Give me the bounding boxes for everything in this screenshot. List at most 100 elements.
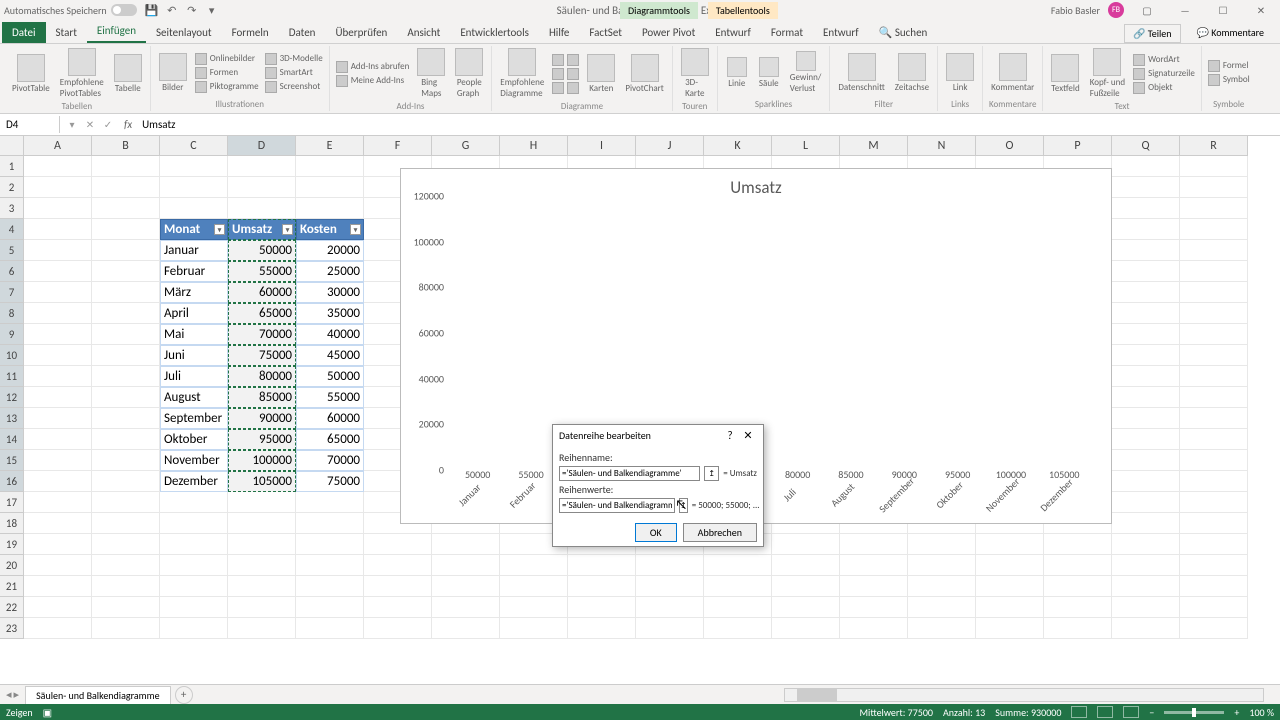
cell[interactable] xyxy=(636,618,704,639)
zoom-level[interactable]: 100 % xyxy=(1249,706,1274,719)
cell[interactable] xyxy=(1112,429,1180,450)
cell[interactable]: 80000 xyxy=(228,366,296,387)
cell[interactable]: 30000 xyxy=(296,282,364,303)
cell[interactable]: Januar xyxy=(160,240,228,261)
add-sheet-button[interactable]: + xyxy=(175,686,193,704)
cell[interactable] xyxy=(24,576,92,597)
cell[interactable] xyxy=(432,618,500,639)
cell[interactable] xyxy=(1112,366,1180,387)
cell[interactable]: 65000 xyxy=(296,429,364,450)
cell[interactable] xyxy=(840,618,908,639)
pictures-button[interactable]: Bilder xyxy=(155,51,191,95)
cell[interactable]: 100000 xyxy=(228,450,296,471)
cell[interactable] xyxy=(160,597,228,618)
cell[interactable] xyxy=(636,597,704,618)
cell[interactable] xyxy=(840,534,908,555)
cell[interactable] xyxy=(160,576,228,597)
3d-map-button[interactable]: 3D- Karte xyxy=(677,46,713,101)
close-icon[interactable]: ✕ xyxy=(1246,0,1276,20)
tab-ansicht[interactable]: Ansicht xyxy=(397,22,450,43)
cell[interactable] xyxy=(976,555,1044,576)
enter-formula-icon[interactable]: ✓ xyxy=(100,117,116,133)
cell[interactable] xyxy=(1112,198,1180,219)
cell[interactable] xyxy=(1112,303,1180,324)
range-picker-icon[interactable]: ↥ xyxy=(679,498,688,513)
cell[interactable] xyxy=(976,534,1044,555)
cell[interactable] xyxy=(1112,177,1180,198)
cell[interactable] xyxy=(92,219,160,240)
column-header[interactable]: J xyxy=(636,136,704,156)
chart-type2-button[interactable] xyxy=(550,67,581,81)
cell[interactable] xyxy=(1180,303,1248,324)
cell[interactable] xyxy=(24,240,92,261)
zoom-in-icon[interactable]: + xyxy=(1234,706,1239,719)
cell[interactable] xyxy=(1180,513,1248,534)
cell[interactable] xyxy=(296,597,364,618)
cell[interactable]: 20000 xyxy=(296,240,364,261)
qat-more-icon[interactable]: ▾ xyxy=(205,3,219,17)
cell[interactable] xyxy=(160,534,228,555)
cell[interactable] xyxy=(24,282,92,303)
column-header[interactable]: D xyxy=(228,136,296,156)
cell[interactable] xyxy=(160,618,228,639)
column-header[interactable]: A xyxy=(24,136,92,156)
tab-ueberpruefen[interactable]: Überprüfen xyxy=(325,22,397,43)
sparkline-column-button[interactable]: Säule xyxy=(754,55,784,91)
cell[interactable] xyxy=(364,576,432,597)
cell[interactable]: 95000 xyxy=(228,429,296,450)
page-break-icon[interactable] xyxy=(1123,706,1139,718)
cell[interactable] xyxy=(92,282,160,303)
cell[interactable] xyxy=(92,429,160,450)
column-header[interactable]: I xyxy=(568,136,636,156)
row-header[interactable]: 11 xyxy=(0,366,24,387)
bing-maps-button[interactable]: Bing Maps xyxy=(413,46,449,101)
cell[interactable] xyxy=(24,471,92,492)
pivotchart-button[interactable]: PivotChart xyxy=(621,52,667,96)
cell[interactable] xyxy=(24,156,92,177)
row-header[interactable]: 8 xyxy=(0,303,24,324)
symbol-button[interactable]: Symbol xyxy=(1206,73,1252,87)
timeline-button[interactable]: Zeitachse xyxy=(891,51,933,95)
row-header[interactable]: 2 xyxy=(0,177,24,198)
range-picker-icon[interactable]: ↥ xyxy=(704,466,719,481)
cell[interactable] xyxy=(704,555,772,576)
row-header[interactable]: 3 xyxy=(0,198,24,219)
fx-icon[interactable]: fx xyxy=(120,118,136,131)
cell[interactable] xyxy=(92,618,160,639)
series-values-input[interactable] xyxy=(559,498,675,513)
cell[interactable] xyxy=(1112,345,1180,366)
cell[interactable] xyxy=(24,450,92,471)
cell[interactable]: 55000 xyxy=(296,387,364,408)
cell[interactable] xyxy=(1180,597,1248,618)
sheet-nav-prev-icon[interactable]: ◂ xyxy=(6,688,12,701)
dropdown-icon[interactable]: ▾ xyxy=(64,117,80,133)
row-header[interactable]: 1 xyxy=(0,156,24,177)
cell[interactable] xyxy=(432,597,500,618)
user-avatar[interactable]: FB xyxy=(1108,2,1124,18)
cell[interactable] xyxy=(1112,597,1180,618)
filter-icon[interactable]: ▾ xyxy=(350,224,361,235)
column-header[interactable]: H xyxy=(500,136,568,156)
cell[interactable] xyxy=(1112,324,1180,345)
chart-type3-button[interactable] xyxy=(550,81,581,95)
cell[interactable] xyxy=(704,618,772,639)
link-button[interactable]: Link xyxy=(942,51,978,95)
slicer-button[interactable]: Datenschnitt xyxy=(834,51,888,95)
cell[interactable] xyxy=(92,492,160,513)
cell[interactable] xyxy=(1112,387,1180,408)
column-header[interactable]: N xyxy=(908,136,976,156)
autosave-toggle[interactable]: Automatisches Speichern xyxy=(4,4,137,17)
row-header[interactable]: 10 xyxy=(0,345,24,366)
cell[interactable] xyxy=(296,555,364,576)
online-pictures-button[interactable]: Onlinebilder xyxy=(193,52,261,66)
cell[interactable] xyxy=(1112,576,1180,597)
cell[interactable] xyxy=(24,597,92,618)
cell[interactable] xyxy=(772,555,840,576)
cell[interactable] xyxy=(228,576,296,597)
row-header[interactable]: 7 xyxy=(0,282,24,303)
column-header[interactable]: E xyxy=(296,136,364,156)
cell[interactable] xyxy=(296,534,364,555)
cell[interactable]: Umsatz▾ xyxy=(228,219,296,240)
worksheet-grid[interactable]: ABCDEFGHIJKLMNOPQR 1234Monat▾Umsatz▾Kost… xyxy=(0,136,1280,654)
horizontal-scrollbar[interactable] xyxy=(784,688,1264,702)
